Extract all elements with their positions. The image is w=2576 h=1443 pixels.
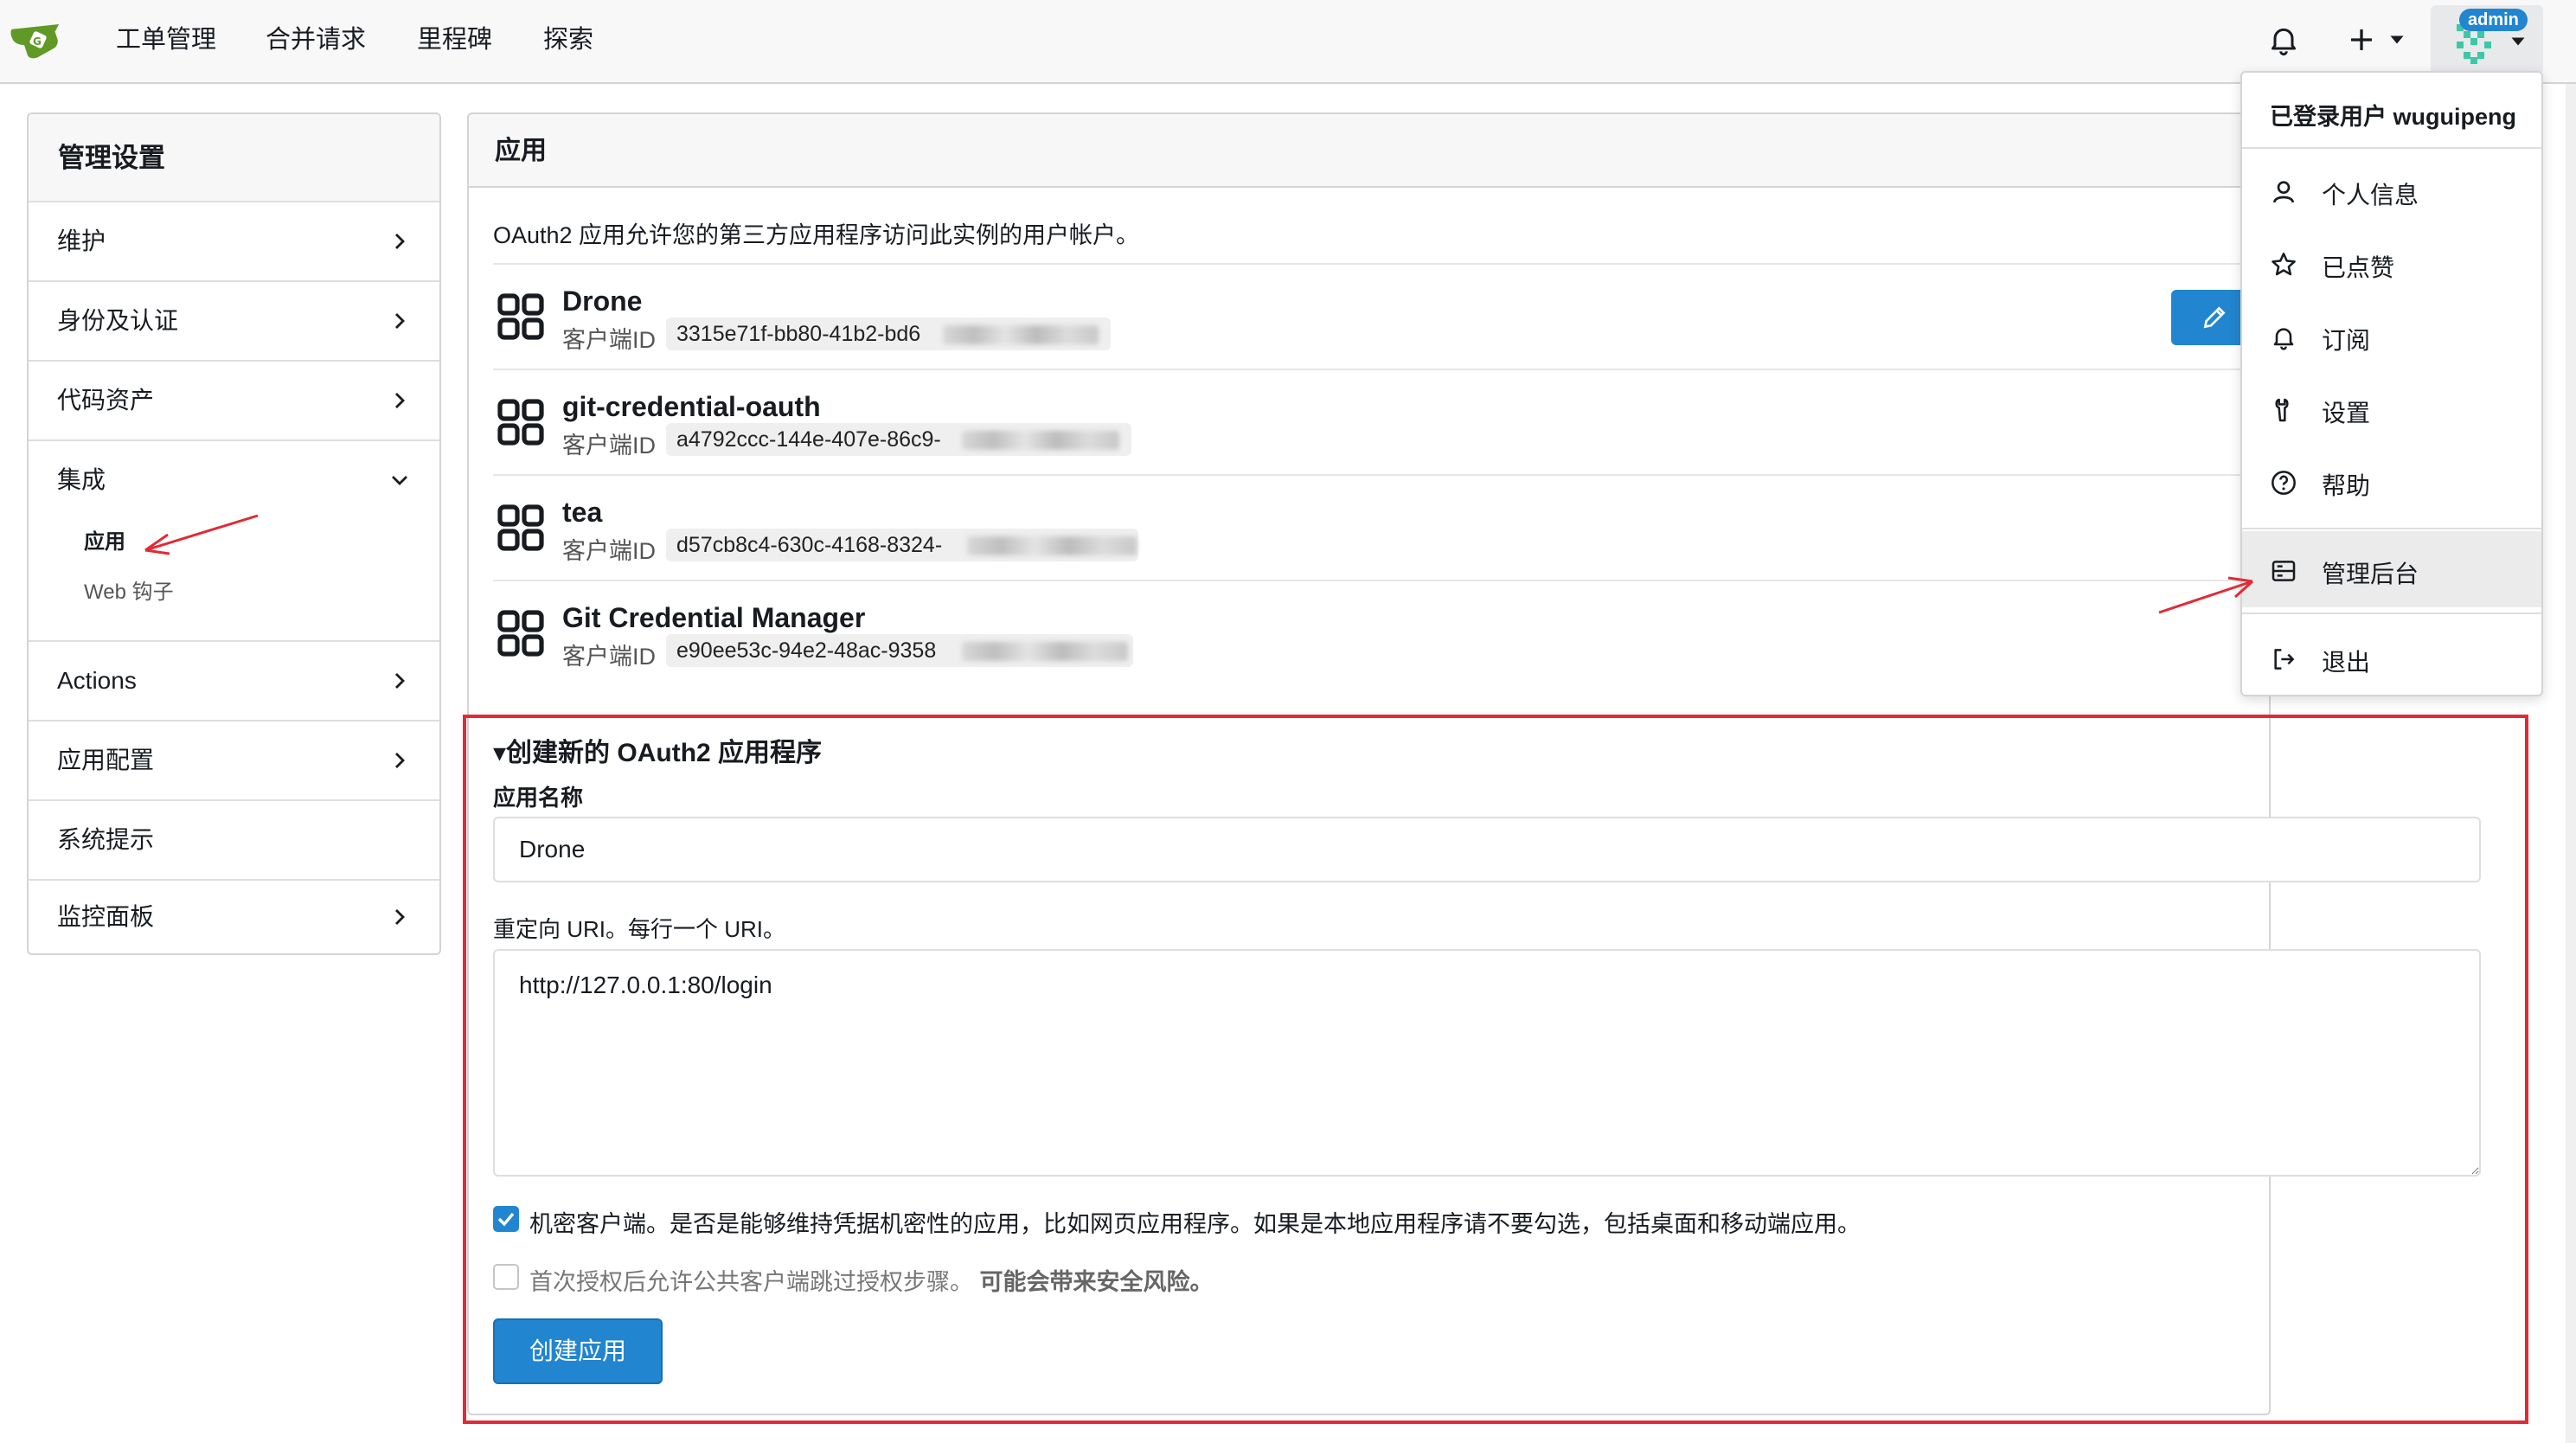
page-scrollbar[interactable] — [2566, 84, 2576, 1443]
nav-pull-requests[interactable]: 合并请求 — [266, 24, 366, 55]
divider — [2242, 612, 2541, 614]
sign-out-icon — [2274, 649, 2294, 670]
menu-item-starred[interactable]: 已点赞 — [2322, 249, 2394, 284]
confidential-client-checkbox[interactable] — [493, 1206, 519, 1232]
client-id-label: 客户端ID — [562, 433, 656, 459]
user-caret-down-icon[interactable] — [2510, 36, 2526, 47]
caret-down-icon[interactable] — [2389, 35, 2405, 45]
menu-item-site-admin[interactable]: 管理后台 — [2322, 555, 2419, 590]
sidebar-item-label: 集成 — [57, 466, 106, 493]
divider — [493, 263, 2245, 265]
svg-text:G: G — [33, 35, 42, 48]
app-name-input[interactable] — [493, 817, 2481, 882]
menu-item-profile[interactable]: 个人信息 — [2322, 176, 2419, 211]
redacted-blur — [943, 325, 1099, 344]
app-name-label: 应用名称 — [493, 785, 584, 811]
menu-item-sign-out[interactable]: 退出 — [2322, 644, 2370, 678]
server-icon — [2272, 561, 2296, 581]
admin-badge: admin — [2459, 9, 2528, 31]
app-name: Git Credential Manager — [562, 602, 866, 633]
client-id-label: 客户端ID — [562, 327, 656, 353]
sidebar-item-label: 应用配置 — [57, 747, 155, 773]
create-app-button[interactable]: 创建应用 — [493, 1318, 663, 1384]
client-id-label: 客户端ID — [562, 538, 656, 564]
help-icon — [2272, 471, 2296, 495]
signed-in-user: 已登录用户 wuguipeng — [2270, 104, 2516, 130]
sidebar-item-label: Actions — [57, 667, 137, 694]
checkmark-icon — [497, 1212, 515, 1227]
bell-icon — [2273, 328, 2294, 350]
redirect-uri-label: 重定向 URI。每行一个 URI。 — [493, 916, 786, 942]
skip-authorization-text: 首次授权后允许公共客户端跳过授权步骤。 — [529, 1269, 973, 1295]
sidebar-item-monitor[interactable]: 监控面板 — [29, 881, 439, 953]
apps-grid-icon — [497, 610, 544, 657]
sidebar-item-code-assets[interactable]: 代码资产 — [29, 362, 439, 441]
redirect-uri-textarea[interactable]: http://127.0.0.1:80/login — [493, 949, 2481, 1177]
sidebar-item-integrations[interactable]: 集成 应用 Web 钩子 — [29, 441, 439, 642]
skip-authorization-label: 首次授权后允许公共客户端跳过授权步骤。 可能会带来安全风险。 — [529, 1263, 1214, 1297]
sidebar-item-notices[interactable]: 系统提示 — [29, 801, 439, 881]
sidebar-item-actions[interactable]: Actions — [29, 642, 439, 722]
notification-bell-icon[interactable] — [2266, 22, 2301, 57]
security-warning: 可能会带来安全风险。 — [979, 1269, 1214, 1295]
chevron-right-icon — [395, 234, 405, 249]
app-name: tea — [562, 497, 603, 528]
chevron-right-icon — [395, 313, 405, 329]
sidebar-item-label: 代码资产 — [57, 387, 155, 414]
applications-description: OAuth2 应用允许您的第三方应用程序访问此实例的用户帐户。 — [493, 222, 1140, 248]
nav-milestones[interactable]: 里程碑 — [417, 24, 492, 55]
pencil-icon — [2203, 306, 2226, 329]
sidebar-item-label: 身份及认证 — [57, 307, 179, 334]
wrench-icon — [2275, 398, 2289, 422]
sidebar-title: 管理设置 — [29, 114, 439, 202]
apps-grid-icon — [497, 293, 544, 340]
confidential-client-label: 机密客户端。是否是能够维持凭据机密性的应用，比如网页应用程序。如果是本地应用程序… — [529, 1211, 1861, 1237]
chevron-right-icon — [395, 393, 405, 408]
sidebar-item-maintenance[interactable]: 维护 — [29, 202, 439, 282]
redacted-blur — [962, 431, 1119, 450]
star-icon — [2272, 253, 2296, 276]
nav-issues[interactable]: 工单管理 — [116, 24, 216, 55]
gitea-logo-icon[interactable]: G — [9, 19, 64, 62]
menu-item-settings[interactable]: 设置 — [2322, 394, 2370, 429]
sidebar-item-label: 监控面板 — [57, 903, 155, 930]
person-icon — [2273, 181, 2294, 203]
nav-explore[interactable]: 探索 — [543, 24, 593, 55]
sidebar-subitem-applications[interactable]: 应用 — [84, 528, 125, 557]
skip-authorization-checkbox[interactable] — [493, 1264, 519, 1290]
sidebar-item-config[interactable]: 应用配置 — [29, 722, 439, 801]
divider — [493, 369, 2245, 370]
sidebar-item-label: 维护 — [57, 228, 106, 254]
apps-grid-icon — [497, 399, 544, 446]
client-id-label: 客户端ID — [562, 644, 656, 670]
menu-item-help[interactable]: 帮助 — [2322, 467, 2370, 502]
divider — [2242, 528, 2541, 529]
chevron-right-icon — [395, 673, 405, 689]
panel-title: 应用 — [467, 112, 2271, 188]
apps-grid-icon — [497, 504, 544, 551]
redacted-blur — [967, 536, 1137, 555]
chevron-down-icon — [392, 476, 407, 485]
divider — [2242, 147, 2541, 149]
divider — [493, 474, 2245, 476]
sidebar-subitem-webhooks[interactable]: Web 钩子 — [84, 578, 174, 607]
top-navbar: G 工单管理 合并请求 里程碑 探索 — [0, 0, 2576, 84]
plus-icon[interactable] — [2346, 22, 2377, 57]
create-oauth2-toggle[interactable]: ▾创建新的 OAuth2 应用程序 — [493, 731, 822, 769]
app-name: git-credential-oauth — [562, 391, 821, 422]
app-name: Drone — [562, 285, 643, 317]
admin-sidebar: 管理设置 维护 身份及认证 代码资产 集成 应用 Web 钩子 Actions … — [27, 112, 441, 955]
sidebar-item-label: 系统提示 — [57, 826, 155, 853]
sidebar-item-identity-auth[interactable]: 身份及认证 — [29, 282, 439, 362]
menu-item-subscriptions[interactable]: 订阅 — [2322, 322, 2370, 356]
chevron-right-icon — [395, 753, 405, 768]
chevron-right-icon — [395, 909, 405, 925]
redacted-blur — [962, 642, 1128, 661]
divider — [493, 580, 2245, 581]
